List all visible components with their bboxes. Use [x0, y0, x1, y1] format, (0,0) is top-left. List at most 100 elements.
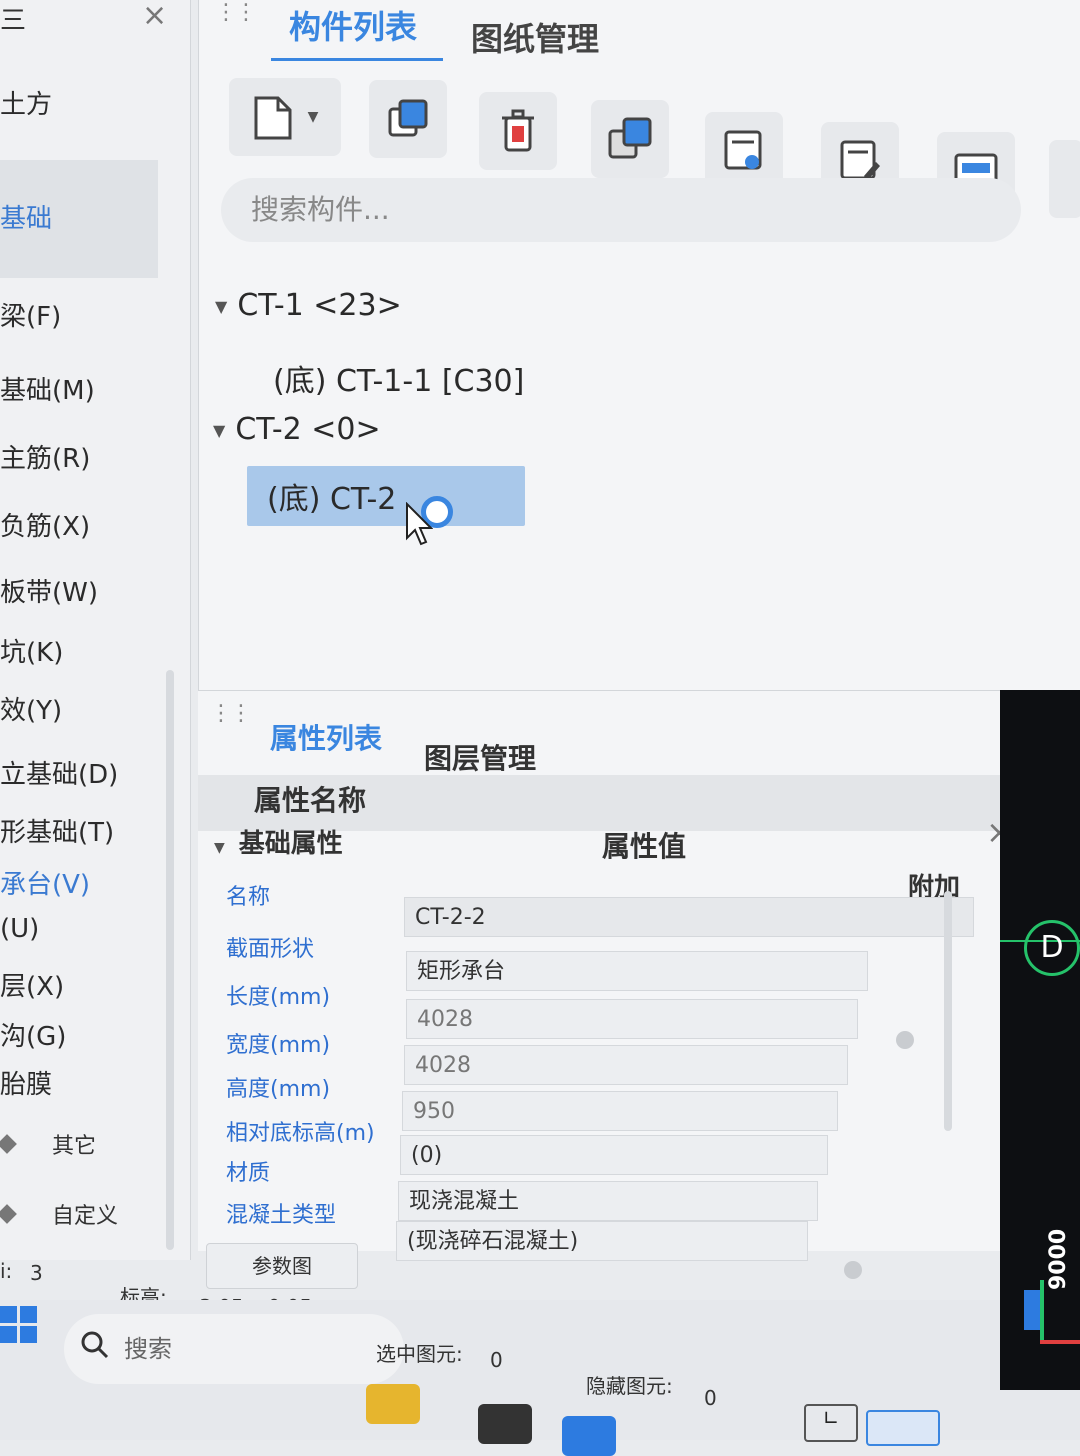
corner-tool-button[interactable]: ∟ — [804, 1404, 858, 1442]
tree-node[interactable]: ▼ CT-2 <0> — [213, 412, 381, 447]
group-expand-icon — [0, 1204, 17, 1224]
floor-value: 3 — [30, 1261, 43, 1285]
app-icon[interactable] — [562, 1416, 616, 1456]
nav-item-pile-cap[interactable]: 承台(V) — [0, 864, 90, 901]
y-axis-indicator — [1040, 1280, 1044, 1340]
dropdown-arrow-icon[interactable]: ▼ — [308, 109, 319, 125]
property-name: 宽度(mm) — [226, 1033, 331, 1058]
expand-arrow-icon[interactable]: ▼ — [215, 297, 227, 316]
taskbar: 搜索 选中图元: 0 隐藏图元: 0 ∟ — [0, 1300, 1080, 1456]
nav-item-u[interactable]: (U) — [0, 914, 39, 944]
left-navigation: 三 × 土方 基础 梁(F) 基础(M) 主筋(R) 负筋(X) 板带(W) 坑… — [0, 0, 191, 1260]
property-value-field[interactable]: (0) — [400, 1135, 828, 1175]
property-value-field[interactable]: 4028 — [406, 999, 858, 1039]
col-header-property-value: 属性值 — [602, 830, 687, 863]
property-name: 材质 — [226, 1161, 271, 1186]
z-axis-indicator — [1024, 1290, 1040, 1330]
tree-leaf-selected[interactable]: (底) CT-2 — [247, 466, 525, 526]
property-group-label: 基础属性 — [238, 829, 343, 859]
mouse-pointer-icon — [406, 502, 433, 546]
property-name: 混凝土类型 — [226, 1203, 337, 1228]
nav-group-custom[interactable]: 自定义 — [0, 1198, 118, 1230]
property-value-field[interactable]: CT-2-2 — [404, 897, 974, 937]
active-tab-indicator — [271, 58, 443, 61]
property-name: 截面形状 — [226, 937, 315, 962]
property-value-field[interactable]: 4028 — [404, 1045, 848, 1085]
nav-group-label: 自定义 — [52, 1204, 119, 1229]
hidden-elements-label: 隐藏图元: — [586, 1374, 673, 1398]
nav-item-trench[interactable]: 沟(G) — [0, 1016, 66, 1053]
tab-layer-management[interactable]: 图层管理 — [424, 737, 536, 777]
expand-arrow-icon[interactable]: ▼ — [213, 421, 225, 440]
nav-group-label: 其它 — [52, 1134, 97, 1159]
selection-tool-button[interactable] — [866, 1410, 940, 1446]
tree-node-label: CT-1 <23> — [237, 288, 402, 323]
property-value-field[interactable]: 矩形承台 — [406, 951, 868, 991]
layer-copy-icon — [608, 117, 652, 159]
selected-elements-value: 0 — [490, 1348, 503, 1372]
new-component-button[interactable]: ▼ — [229, 78, 341, 156]
nav-top-label: 三 — [0, 6, 27, 36]
x-axis-indicator — [1040, 1340, 1080, 1344]
search-icon — [81, 1331, 109, 1359]
nav-item-main-rebar[interactable]: 主筋(R) — [0, 438, 90, 475]
collapse-arrow-icon[interactable]: ▼ — [214, 840, 225, 856]
col-header-property-name: 属性名称 — [254, 784, 367, 817]
nav-group-other[interactable]: 其它 — [0, 1128, 96, 1160]
copy-button[interactable] — [369, 80, 447, 158]
property-group[interactable]: ▼ 基础属性 — [214, 823, 343, 860]
drag-handle-icon[interactable]: ⋮⋮ — [215, 2, 257, 24]
nav-item-formwork[interactable]: 胎膜 — [0, 1064, 52, 1101]
windows-start-icon[interactable] — [0, 1306, 40, 1346]
nav-item-layer[interactable]: 层(X) — [0, 966, 64, 1003]
delete-button[interactable] — [479, 92, 557, 170]
nav-item-slab-strip[interactable]: 板带(W) — [0, 572, 98, 609]
close-icon[interactable]: × — [142, 0, 167, 33]
option-dot-icon[interactable] — [896, 1031, 914, 1049]
app-icon[interactable] — [366, 1384, 420, 1424]
nav-item-beam[interactable]: 梁(F) — [0, 296, 61, 333]
property-scrollbar[interactable] — [944, 891, 952, 1131]
property-view-icon — [724, 130, 762, 170]
nav-item-isolated-foundation[interactable]: 立基础(D) — [0, 754, 118, 791]
property-name: 高度(mm) — [226, 1077, 331, 1102]
property-name: 名称 — [226, 885, 271, 910]
nav-item-strip-foundation[interactable]: 形基础(T) — [0, 812, 114, 849]
drag-handle-icon[interactable]: ⋮⋮ — [210, 703, 252, 725]
coordinate-readout: 9000 — [1046, 1228, 1071, 1290]
property-name: 长度(mm) — [226, 985, 331, 1010]
nav-item-neg-rebar[interactable]: 负筋(X) — [0, 506, 90, 543]
layer-copy-button[interactable] — [591, 100, 669, 178]
trash-icon — [502, 109, 534, 152]
tree-leaf-label: (底) CT-2 — [267, 482, 397, 517]
group-expand-icon — [0, 1134, 17, 1154]
more-toolbar-button[interactable] — [1049, 140, 1080, 218]
new-file-icon — [254, 96, 292, 140]
taskbar-search-label: 搜索 — [124, 1335, 172, 1363]
taskbar-search[interactable]: 搜索 — [64, 1314, 404, 1384]
app-icon[interactable] — [478, 1404, 532, 1444]
hidden-elements-value: 0 — [704, 1386, 717, 1410]
drawing-canvas[interactable]: 9000 — [1000, 690, 1080, 1390]
component-list-panel: ⋮⋮ 构件列表 图纸管理 ▼ 搜索构件... ▼ CT-1 <23> (底) C… — [198, 0, 1080, 690]
tab-property-list[interactable]: 属性列表 — [270, 717, 382, 757]
tree-node-label: CT-2 <0> — [235, 412, 381, 447]
axis-label-circle: D — [1024, 920, 1080, 976]
copy-icon — [388, 99, 428, 137]
nav-item-y[interactable]: 效(Y) — [0, 690, 62, 727]
property-value-field[interactable]: 950 — [402, 1091, 838, 1131]
floor-label: i: — [0, 1259, 13, 1283]
nav-item-earthwork[interactable]: 土方 — [0, 84, 52, 121]
nav-scrollbar[interactable] — [166, 670, 174, 1250]
tree-node[interactable]: ▼ CT-1 <23> — [215, 288, 402, 323]
property-panel: ⋮⋮ 属性列表 图层管理 属性名称 属性值 附加 × ▼基础属性 名称 CT-2… — [198, 690, 1058, 1289]
search-input[interactable]: 搜索构件... — [221, 178, 1021, 242]
nav-item-foundation[interactable]: 基础 — [0, 160, 158, 278]
tree-leaf[interactable]: (底) CT-1-1 [C30] — [273, 356, 524, 400]
selected-elements-label: 选中图元: — [376, 1342, 463, 1366]
nav-item-pit[interactable]: 坑(K) — [0, 632, 63, 669]
tab-drawing-management[interactable]: 图纸管理 — [471, 14, 599, 60]
nav-item-raft[interactable]: 基础(M) — [0, 370, 95, 407]
tab-component-list[interactable]: 构件列表 — [289, 2, 417, 48]
property-value-field[interactable]: 现浇混凝土 — [398, 1181, 818, 1221]
